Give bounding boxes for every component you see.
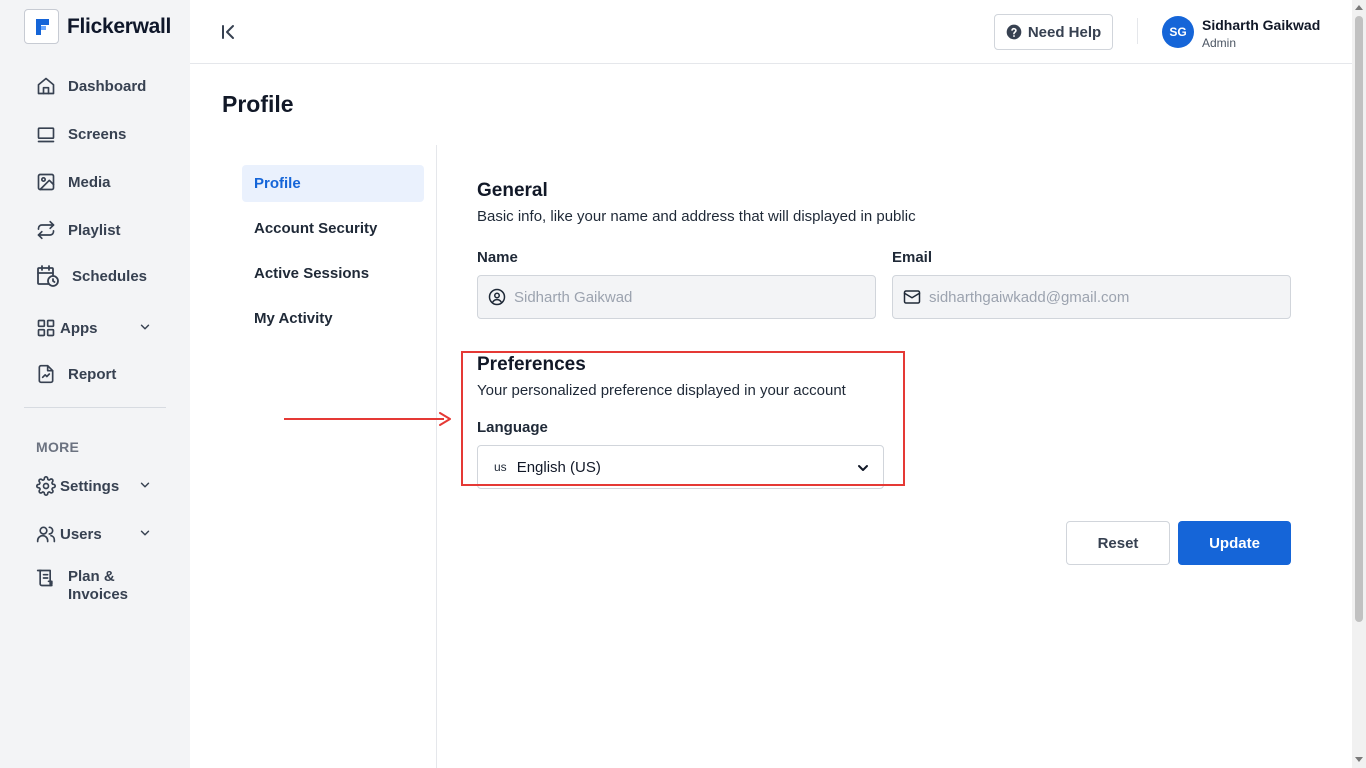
sidebar-item-plan-invoices[interactable]: Plan & Invoices: [36, 568, 128, 608]
sidebar-item-label: Plan & Invoices: [68, 568, 129, 603]
repeat-icon: [36, 220, 56, 240]
subnav-item-active-sessions[interactable]: Active Sessions: [242, 255, 424, 292]
name-label: Name: [477, 249, 518, 266]
page-scrollbar[interactable]: [1352, 0, 1366, 768]
sidebar-item-report[interactable]: Report: [36, 362, 116, 386]
sidebar-item-screens[interactable]: Screens: [36, 122, 126, 146]
avatar[interactable]: SG: [1162, 16, 1194, 48]
home-icon: [36, 76, 56, 96]
sidebar-section-more: MORE: [36, 439, 80, 455]
calendar-clock-icon: [36, 264, 60, 288]
sidebar-item-users[interactable]: Users: [36, 522, 150, 546]
report-icon: [36, 364, 56, 384]
need-help-button[interactable]: Need Help: [994, 14, 1113, 50]
help-icon: [1006, 24, 1022, 40]
general-section-title: General: [477, 180, 548, 201]
annotation-highlight-box: [461, 351, 905, 486]
subnav-divider: [436, 145, 437, 768]
sidebar-item-playlist[interactable]: Playlist: [36, 218, 121, 242]
subnav-item-account-security[interactable]: Account Security: [242, 210, 424, 247]
user-role: Admin: [1202, 36, 1237, 50]
scroll-down-arrow[interactable]: [1355, 757, 1363, 762]
sidebar-item-settings[interactable]: Settings: [36, 474, 150, 498]
reset-button[interactable]: Reset: [1066, 521, 1170, 565]
email-value: sidharthgaiwkadd@gmail.com: [929, 288, 1130, 306]
collapse-sidebar-icon[interactable]: [220, 22, 238, 42]
chevron-down-icon: [138, 526, 152, 544]
email-label: Email: [892, 249, 933, 266]
annotation-arrow: [284, 418, 444, 420]
sidebar-item-dashboard[interactable]: Dashboard: [36, 74, 146, 98]
user-name[interactable]: Sidharth Gaikwad: [1202, 17, 1320, 33]
sidebar-item-label: Playlist: [68, 221, 121, 239]
subnav-item-profile[interactable]: Profile: [242, 165, 424, 202]
need-help-label: Need Help: [1027, 23, 1102, 41]
sidebar-item-label: Apps: [60, 319, 98, 337]
sidebar: Flickerwall Dashboard Screens Media Play…: [0, 0, 190, 768]
update-button[interactable]: Update: [1178, 521, 1291, 565]
chevron-down-icon: [138, 320, 152, 338]
email-field[interactable]: sidharthgaiwkadd@gmail.com: [892, 275, 1291, 319]
grid-icon: [36, 318, 56, 338]
sidebar-item-schedules[interactable]: Schedules: [36, 264, 147, 288]
name-value: Sidharth Gaikwad: [514, 288, 633, 306]
app-name: Flickerwall: [67, 14, 172, 38]
mail-icon: [903, 288, 923, 306]
sidebar-item-label: Screens: [68, 125, 127, 143]
name-field[interactable]: Sidharth Gaikwad: [477, 275, 876, 319]
general-section-description: Basic info, like your name and address t…: [477, 208, 916, 225]
sidebar-item-label: Settings: [60, 477, 120, 495]
sidebar-item-label: Users: [60, 525, 102, 543]
arrow-right-icon: [438, 412, 452, 431]
screen-icon: [36, 124, 56, 144]
gear-icon: [36, 476, 56, 496]
sidebar-item-label: Media: [68, 173, 111, 191]
user-circle-icon: [488, 288, 508, 306]
sidebar-item-apps[interactable]: Apps: [36, 316, 150, 340]
sidebar-item-media[interactable]: Media: [36, 170, 111, 194]
sidebar-item-label: Dashboard: [68, 77, 147, 95]
app-logo[interactable]: Flickerwall: [24, 9, 171, 44]
scroll-up-arrow[interactable]: [1355, 5, 1363, 10]
top-bar: Need Help SG Sidharth Gaikwad Admin: [190, 0, 1352, 64]
image-icon: [36, 172, 56, 192]
invoice-icon: [36, 568, 56, 588]
logo-icon: [24, 9, 59, 44]
sidebar-item-label: Schedules: [72, 267, 148, 285]
chevron-down-icon: [138, 478, 152, 496]
scroll-thumb[interactable]: [1355, 16, 1363, 622]
users-icon: [36, 524, 56, 544]
subnav-item-my-activity[interactable]: My Activity: [242, 300, 424, 337]
sidebar-item-label: Report: [68, 365, 117, 383]
page-title: Profile: [222, 91, 294, 117]
sidebar-divider: [24, 407, 166, 408]
header-divider: [1137, 18, 1138, 44]
